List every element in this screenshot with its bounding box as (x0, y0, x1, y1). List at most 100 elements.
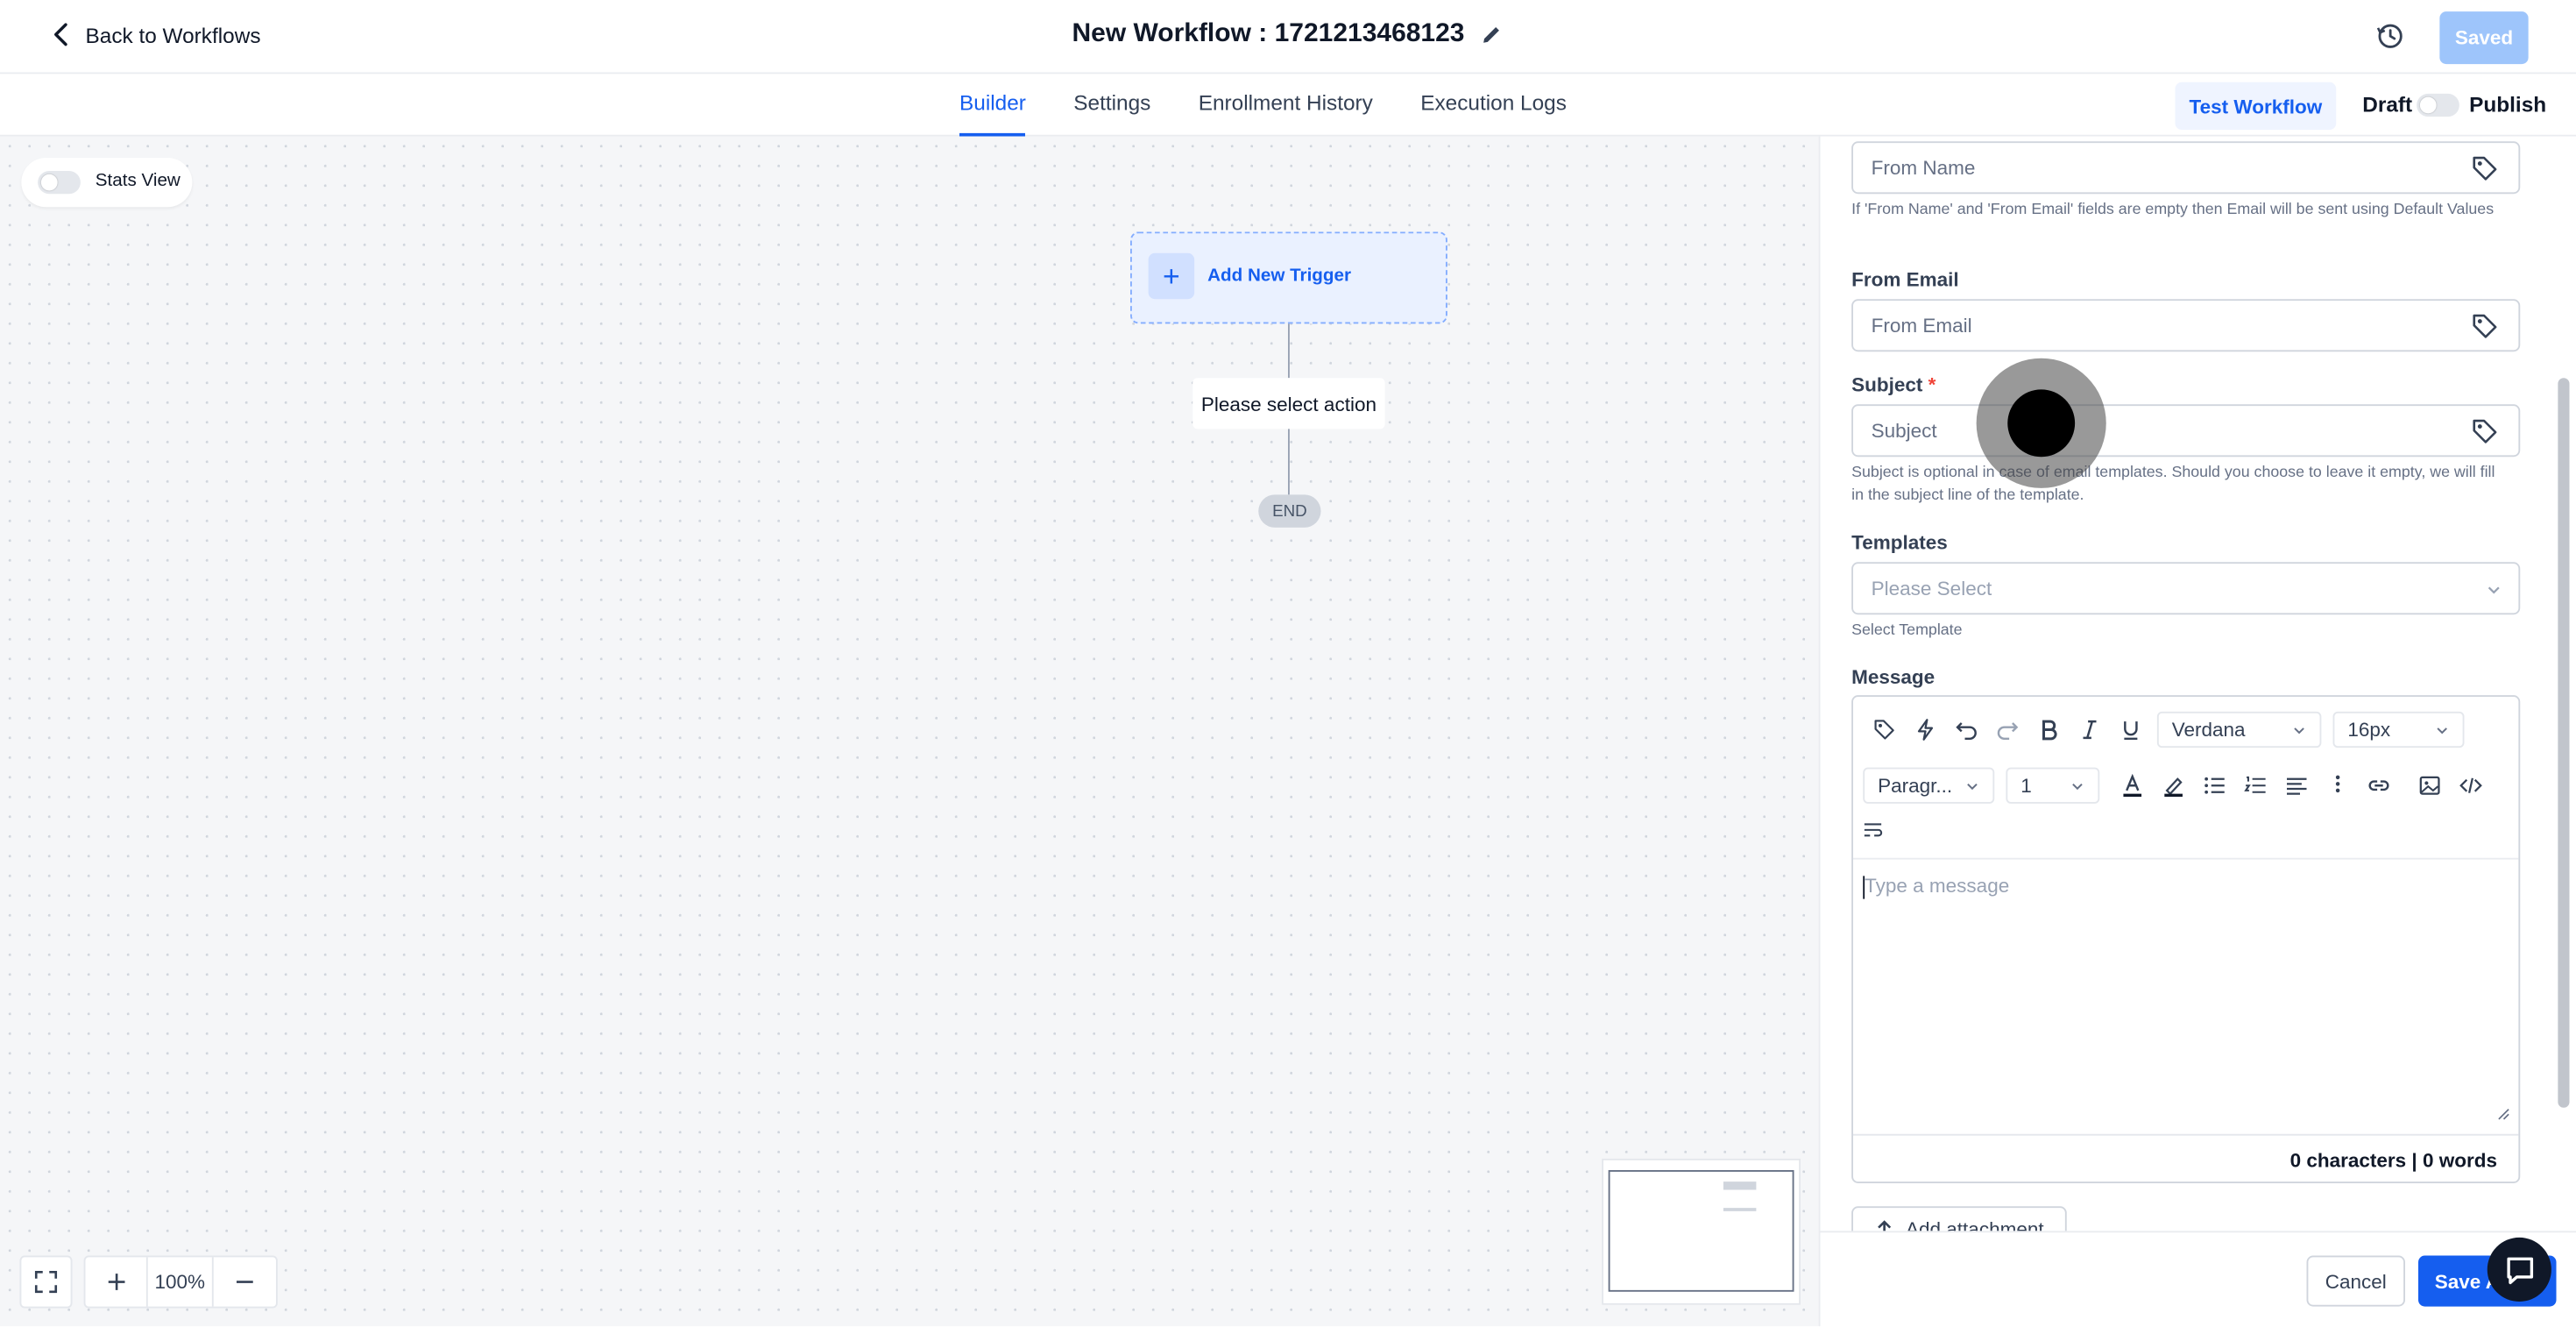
character-word-count: 0 characters | 0 words (2289, 1148, 2497, 1172)
stats-view-toggle[interactable] (38, 171, 81, 195)
templates-help-text: Select Template (1851, 621, 1963, 640)
font-size-value: 16px (2347, 718, 2391, 742)
italic-icon[interactable] (2069, 712, 2110, 748)
plus-icon (107, 1274, 124, 1290)
publish-toggle[interactable] (2417, 93, 2459, 117)
tab-bar: Builder Settings Enrollment History Exec… (0, 74, 2576, 137)
cancel-button[interactable]: Cancel (2306, 1255, 2405, 1307)
font-family-dropdown[interactable]: Verdana (2156, 711, 2322, 749)
chat-icon (2506, 1256, 2533, 1284)
editor-toolbar-row-3 (1863, 812, 1883, 848)
add-new-trigger-node[interactable]: + Add New Trigger (1130, 231, 1447, 324)
bullet-list-icon[interactable] (2193, 768, 2234, 804)
pointer-dot (2007, 389, 2076, 458)
zoom-in-button[interactable] (86, 1257, 148, 1307)
minimap[interactable] (1602, 1158, 1801, 1305)
more-options-icon[interactable] (2317, 768, 2358, 804)
publish-label: Publish (2469, 92, 2547, 117)
chevron-down-icon (2294, 727, 2304, 734)
zoom-group: 100% (83, 1255, 278, 1309)
chat-widget-button[interactable] (2487, 1237, 2551, 1302)
text-wrap-icon[interactable] (1863, 812, 1883, 848)
chevron-down-icon (1967, 783, 1978, 790)
add-new-trigger-label: Add New Trigger (1207, 266, 1352, 287)
subject-input[interactable]: Subject (1851, 404, 2521, 458)
numbered-list-icon[interactable] (2234, 768, 2275, 804)
select-action-node[interactable]: Please select action (1192, 378, 1385, 429)
resize-handle-icon[interactable] (2497, 1108, 2510, 1121)
connector-line (1288, 323, 1290, 379)
subject-placeholder: Subject (1871, 419, 1937, 443)
line-height-dropdown[interactable]: 1 (2006, 767, 2100, 804)
chevron-down-icon (2488, 586, 2500, 594)
saved-button[interactable]: Saved (2439, 11, 2529, 65)
tag-icon[interactable] (2471, 312, 2499, 340)
templates-select[interactable]: Please Select (1851, 562, 2521, 615)
from-email-label: From Email (1851, 267, 1959, 291)
tag-icon[interactable] (2471, 154, 2499, 182)
templates-label: Templates (1851, 530, 1948, 554)
plus-icon: + (1148, 252, 1195, 300)
edit-pencil-icon[interactable] (1481, 23, 1504, 46)
editor-toolbar-row-1: Verdana 16px (1863, 711, 2475, 749)
align-icon[interactable] (2275, 768, 2317, 804)
from-name-placeholder: From Name (1871, 156, 1976, 180)
draft-label: Draft (2362, 92, 2413, 117)
test-workflow-button[interactable]: Test Workflow (2175, 82, 2337, 131)
panel-scrollbar[interactable] (2558, 378, 2570, 1108)
block-format-value: Paragr... (1878, 774, 1953, 798)
chevron-down-icon (2437, 727, 2447, 734)
zoom-controls: 100% (19, 1255, 278, 1309)
templates-placeholder: Please Select (1871, 577, 1992, 600)
tab-execution-logs[interactable]: Execution Logs (1420, 74, 1567, 136)
expand-icon (34, 1270, 58, 1294)
action-config-panel: From Name If 'From Name' and 'From Email… (1818, 136, 2576, 1327)
subject-label: Subject * (1851, 373, 1936, 396)
subject-label-text: Subject (1851, 373, 1923, 396)
line-height-value: 1 (2020, 774, 2032, 798)
message-editor: Verdana 16px Paragr... 1 Type a message … (1851, 695, 2521, 1183)
connector-line (1288, 429, 1290, 495)
zoom-level: 100% (148, 1257, 214, 1307)
tab-settings[interactable]: Settings (1073, 74, 1150, 136)
from-name-input[interactable]: From Name (1851, 141, 2521, 195)
zoom-out-button[interactable] (214, 1257, 276, 1306)
top-header: Back to Workflows New Workflow : 1721213… (0, 0, 2576, 75)
editor-toolbar-row-2: Paragr... 1 (1863, 767, 2491, 804)
minus-icon (237, 1281, 253, 1283)
text-color-icon[interactable] (2111, 768, 2152, 804)
block-format-dropdown[interactable]: Paragr... (1863, 767, 1995, 804)
undo-icon[interactable] (1945, 712, 1986, 748)
bold-icon[interactable] (2028, 712, 2069, 748)
fit-view-button[interactable] (19, 1255, 73, 1309)
stats-view-control: Stats View (21, 158, 193, 208)
tab-enrollment-history[interactable]: Enrollment History (1199, 74, 1373, 136)
message-textarea[interactable]: Type a message (1853, 857, 2519, 1134)
chevron-down-icon (2072, 783, 2083, 790)
font-size-dropdown[interactable]: 16px (2332, 711, 2465, 749)
from-email-input[interactable]: From Email (1851, 299, 2521, 352)
font-family-value: Verdana (2171, 718, 2246, 742)
from-email-placeholder: From Email (1871, 314, 1972, 337)
minimap-node (1723, 1208, 1757, 1211)
minimap-node (1723, 1182, 1757, 1190)
from-help-text: If 'From Name' and 'From Email' fields a… (1851, 200, 2495, 219)
tag-icon[interactable] (2471, 417, 2499, 445)
image-icon[interactable] (2409, 768, 2450, 804)
highlight-icon[interactable] (2152, 768, 2193, 804)
history-icon[interactable] (2375, 21, 2405, 51)
message-placeholder: Type a message (1865, 874, 2010, 898)
editor-footer: 0 characters | 0 words (1853, 1133, 2519, 1183)
underline-icon[interactable] (2110, 712, 2151, 748)
redo-icon[interactable] (1986, 712, 2028, 748)
required-asterisk: * (1928, 373, 1936, 396)
end-node: END (1258, 494, 1321, 528)
subject-help-text: Subject is optional in case of email tem… (1851, 463, 2495, 505)
link-icon[interactable] (2358, 768, 2399, 804)
tag-icon[interactable] (1863, 712, 1904, 748)
lightning-icon[interactable] (1904, 712, 1945, 748)
tab-builder[interactable]: Builder (959, 74, 1026, 137)
code-icon[interactable] (2450, 768, 2491, 804)
workflow-canvas[interactable]: Stats View + Add New Trigger Please sele… (0, 136, 1819, 1327)
message-label: Message (1851, 665, 1936, 689)
